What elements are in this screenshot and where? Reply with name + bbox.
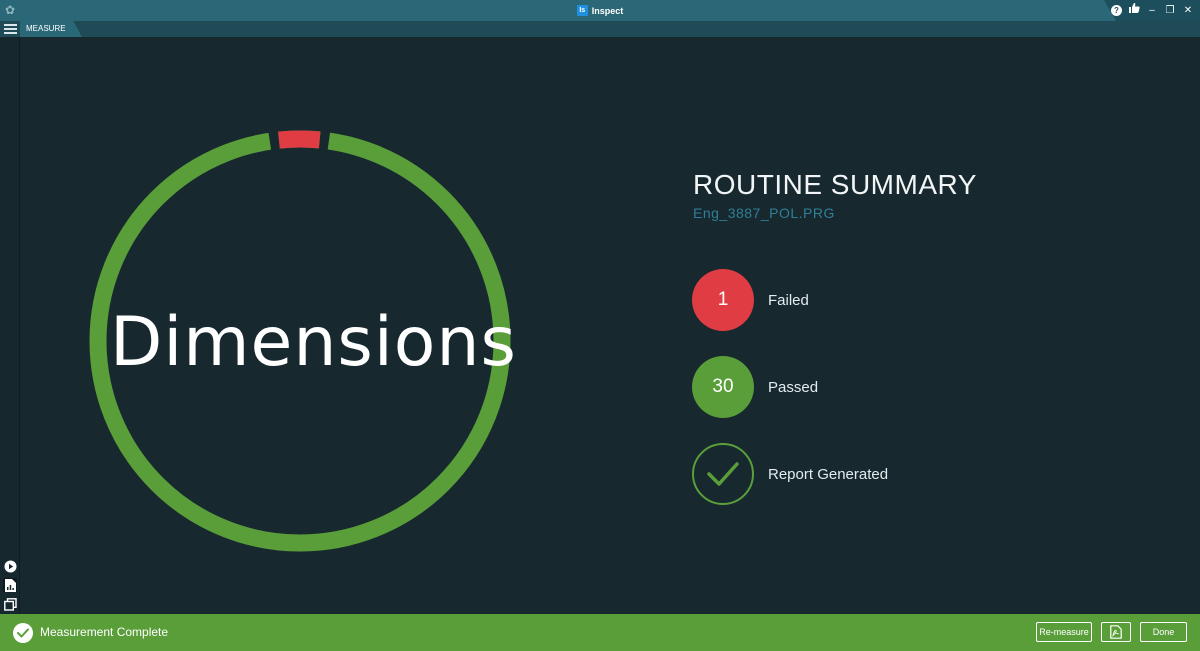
window-title: Is Inspect [0, 0, 1200, 21]
report-check-icon [692, 443, 754, 505]
left-sidebar [0, 37, 20, 614]
inspect-app-icon: Is [576, 5, 588, 16]
pdf-icon [1110, 625, 1122, 639]
status-message: Measurement Complete [40, 625, 169, 639]
report-stat: Report Generated [692, 443, 888, 505]
summary-title: ROUTINE SUMMARY [693, 169, 977, 200]
thumbs-up-icon[interactable] [1128, 0, 1140, 21]
ring-title: Dimensions [110, 303, 517, 382]
ring-gap-left [268, 129, 281, 152]
restore-icon[interactable]: ❐ [1164, 0, 1176, 21]
report-icon[interactable] [3, 578, 17, 592]
ring-failed-segment [278, 130, 321, 149]
tab-bar: MEASURE [0, 21, 1200, 37]
passed-stat: 30 Passed [692, 356, 818, 418]
routine-summary: ROUTINE SUMMARY Eng_3887_POL.PRG [693, 169, 977, 221]
play-icon[interactable] [3, 559, 17, 573]
title-bar: ✿ Is Inspect ? – ❐ ✕ [0, 0, 1200, 21]
failed-count-badge: 1 [692, 269, 754, 331]
status-bar: Measurement Complete Re-measure Done [0, 614, 1200, 651]
done-button[interactable]: Done [1140, 622, 1187, 642]
tab-measure[interactable]: MEASURE [20, 21, 82, 37]
failed-label: Failed [768, 291, 809, 309]
failed-stat: 1 Failed [692, 269, 809, 331]
complete-check-icon [13, 623, 33, 643]
window-controls: ? – ❐ ✕ [1111, 0, 1194, 21]
minimize-icon[interactable]: – [1146, 0, 1158, 21]
pages-icon[interactable] [3, 597, 17, 611]
remeasure-button[interactable]: Re-measure [1036, 622, 1092, 642]
ring-gap-right [318, 129, 331, 152]
passed-label: Passed [768, 378, 819, 396]
pdf-button[interactable] [1101, 622, 1131, 642]
hamburger-menu-icon[interactable] [0, 21, 20, 37]
help-icon[interactable]: ? [1111, 5, 1122, 16]
report-generated-label: Report Generated [768, 465, 889, 483]
close-icon[interactable]: ✕ [1182, 0, 1194, 21]
program-file-name: Eng_3887_POL.PRG [693, 205, 835, 221]
passed-count-badge: 30 [692, 356, 754, 418]
inspect-app: ✿ Is Inspect ? – ❐ ✕ MEASURE Dimensions … [0, 0, 1200, 651]
main-content: Dimensions ROUTINE SUMMARY Eng_3887_POL.… [20, 37, 1200, 614]
window-title-text: Inspect [591, 5, 624, 16]
